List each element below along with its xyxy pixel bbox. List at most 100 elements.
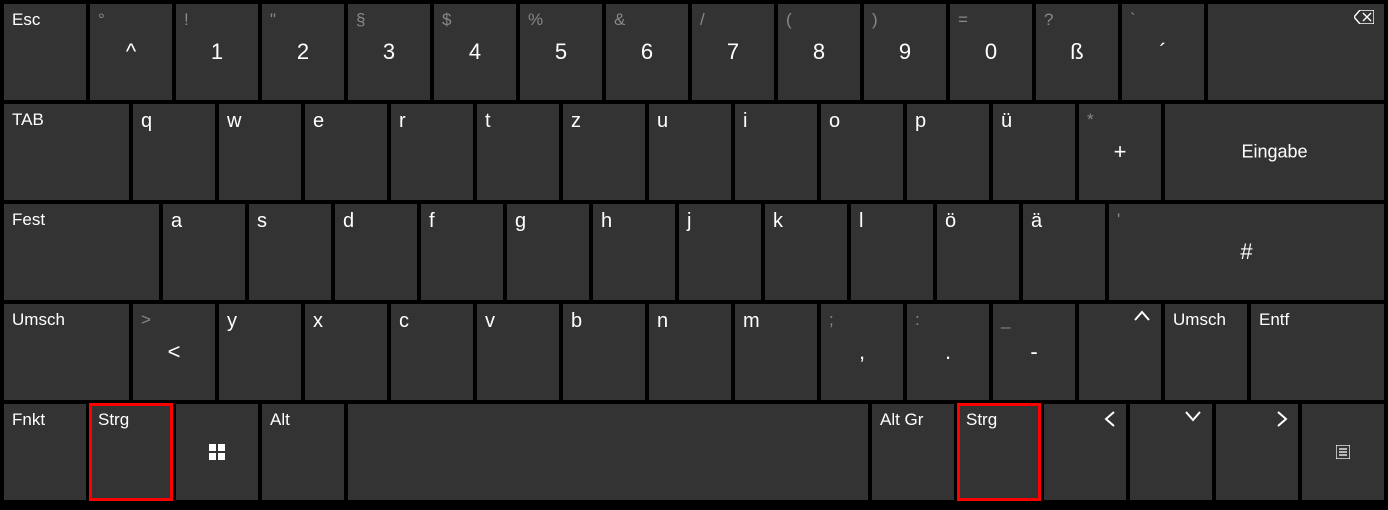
key-1[interactable]: ! 1 [176,4,258,100]
key-m[interactable]: m [735,304,817,400]
key-label: Alt Gr [880,410,923,430]
key-label: v [485,310,495,333]
key-a[interactable]: a [163,204,245,300]
key-shift-left[interactable]: Umsch [4,304,129,400]
key-arrow-right[interactable] [1216,404,1298,500]
key-0[interactable]: = 0 [950,4,1032,100]
key-lessthan[interactable]: > < [133,304,215,400]
key-main-label: 3 [383,39,395,65]
key-main-label: ^ [126,39,136,65]
key-backspace[interactable] [1208,4,1384,100]
key-windows[interactable] [176,404,258,500]
key-label: p [915,110,926,133]
key-shift-right[interactable]: Umsch [1165,304,1247,400]
key-h[interactable]: h [593,204,675,300]
key-l[interactable]: l [851,204,933,300]
key-y[interactable]: y [219,304,301,400]
key-8[interactable]: ( 8 [778,4,860,100]
key-label: r [399,110,406,133]
key-ctrl-right[interactable]: Strg [958,404,1040,500]
key-r[interactable]: r [391,104,473,200]
on-screen-keyboard: Esc ° ^ ! 1 " 2 § 3 $ 4 % 5 & 6 [4,4,1384,500]
key-7[interactable]: / 7 [692,4,774,100]
key-eszett[interactable]: ? ß [1036,4,1118,100]
key-space[interactable] [348,404,868,500]
key-w[interactable]: w [219,104,301,200]
key-x[interactable]: x [305,304,387,400]
key-label: Esc [12,10,40,30]
key-4[interactable]: $ 4 [434,4,516,100]
key-altgr[interactable]: Alt Gr [872,404,954,500]
key-o[interactable]: o [821,104,903,200]
key-main-label: 5 [555,39,567,65]
key-delete[interactable]: Entf [1251,304,1384,400]
key-5[interactable]: % 5 [520,4,602,100]
key-shift-label: > [141,310,151,330]
key-alt[interactable]: Alt [262,404,344,500]
key-2[interactable]: " 2 [262,4,344,100]
key-ue[interactable]: ü [993,104,1075,200]
key-k[interactable]: k [765,204,847,300]
key-ae[interactable]: ä [1023,204,1105,300]
key-z[interactable]: z [563,104,645,200]
row-1: Esc ° ^ ! 1 " 2 § 3 $ 4 % 5 & 6 [4,4,1384,100]
key-capslock[interactable]: Fest [4,204,159,300]
key-fn[interactable]: Fnkt [4,404,86,500]
key-g[interactable]: g [507,204,589,300]
key-label: l [859,210,863,233]
key-label: k [773,210,783,233]
key-q[interactable]: q [133,104,215,200]
key-shift-label: § [356,10,365,30]
key-c[interactable]: c [391,304,473,400]
key-b[interactable]: b [563,304,645,400]
key-label: e [313,110,324,133]
key-label: Umsch [1173,310,1226,330]
key-hash[interactable]: ' # [1109,204,1384,300]
key-label: Fest [12,210,45,230]
key-shift-label: : [915,310,920,330]
key-dot[interactable]: : . [907,304,989,400]
key-enter[interactable]: Eingabe [1165,104,1384,200]
chevron-right-icon [1276,410,1288,428]
key-ctrl-left[interactable]: Strg [90,404,172,500]
key-label: g [515,210,526,233]
key-main-label: 2 [297,39,309,65]
key-caret[interactable]: ° ^ [90,4,172,100]
key-shift-label: ) [872,10,878,30]
key-label: j [687,210,691,233]
key-6[interactable]: & 6 [606,4,688,100]
key-p[interactable]: p [907,104,989,200]
key-u[interactable]: u [649,104,731,200]
key-oe[interactable]: ö [937,204,1019,300]
key-accent[interactable]: ` ´ [1122,4,1204,100]
key-esc[interactable]: Esc [4,4,86,100]
key-s[interactable]: s [249,204,331,300]
key-3[interactable]: § 3 [348,4,430,100]
backspace-icon [1354,10,1374,24]
key-label: x [313,310,323,333]
key-menu[interactable] [1302,404,1384,500]
key-label: t [485,110,491,133]
key-label: w [227,110,241,133]
key-9[interactable]: ) 9 [864,4,946,100]
key-t[interactable]: t [477,104,559,200]
key-tab[interactable]: TAB [4,104,129,200]
key-arrow-left[interactable] [1044,404,1126,500]
key-i[interactable]: i [735,104,817,200]
key-e[interactable]: e [305,104,387,200]
key-plus[interactable]: * + [1079,104,1161,200]
key-shift-label: / [700,10,705,30]
key-n[interactable]: n [649,304,731,400]
key-main-label: 4 [469,39,481,65]
key-main-label: + [1114,139,1127,165]
row-5: Fnkt Strg Alt Alt Gr Strg [4,404,1384,500]
key-v[interactable]: v [477,304,559,400]
key-label: c [399,310,409,333]
key-f[interactable]: f [421,204,503,300]
key-dash[interactable]: _ - [993,304,1075,400]
key-d[interactable]: d [335,204,417,300]
key-comma[interactable]: ; , [821,304,903,400]
key-j[interactable]: j [679,204,761,300]
key-arrow-down[interactable] [1130,404,1212,500]
key-arrow-up[interactable] [1079,304,1161,400]
